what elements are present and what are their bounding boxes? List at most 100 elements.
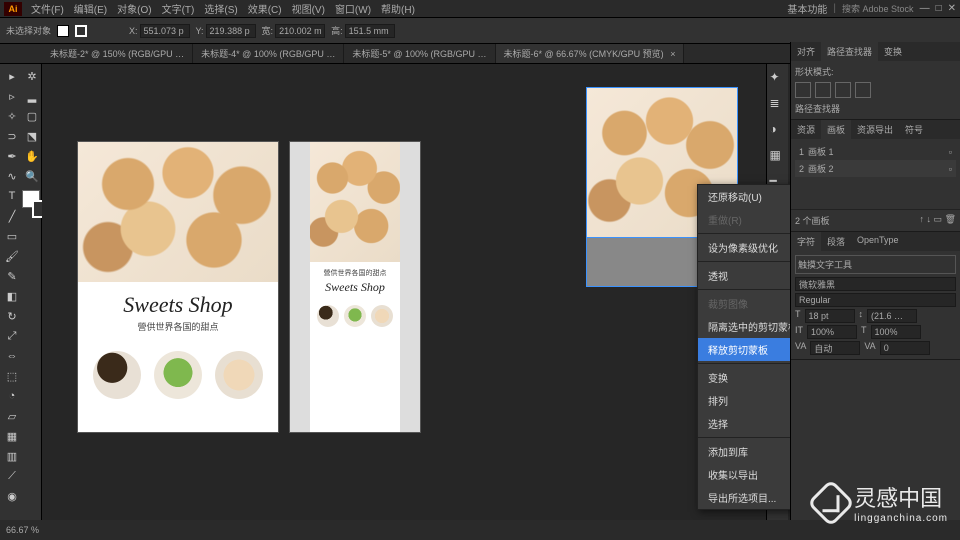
graph-tool-icon[interactable]: ▂ xyxy=(23,87,41,105)
minimize-icon[interactable]: — xyxy=(920,3,930,14)
workspace-switcher[interactable]: 基本功能 xyxy=(787,1,827,16)
intersect-icon[interactable] xyxy=(835,82,851,98)
menu-select[interactable]: 选择(S) xyxy=(199,1,242,16)
artboard-2[interactable]: 營供世界各国的甜点 Sweets Shop xyxy=(290,142,420,432)
zoom-tool-icon[interactable]: 🔍 xyxy=(23,167,41,185)
type-tool-icon[interactable]: T xyxy=(3,187,21,205)
doc-tab-1[interactable]: 未标题-2* @ 150% (RGB/GPU … xyxy=(42,44,193,63)
brush-tool-icon[interactable]: 🖌 xyxy=(3,247,21,265)
zoom-level[interactable]: 66.67 % xyxy=(6,525,39,535)
maximize-icon[interactable]: □ xyxy=(936,3,942,14)
tab-asset-export[interactable]: 资源导出 xyxy=(851,120,899,139)
rectangle-tool-icon[interactable]: ▭ xyxy=(3,227,21,245)
font-weight-input[interactable] xyxy=(795,293,956,307)
ctx-transform[interactable]: 变换▸ xyxy=(698,366,790,389)
ctx-select[interactable]: 选择▸ xyxy=(698,412,790,435)
mesh-tool-icon[interactable]: ▦ xyxy=(3,427,21,445)
hand-tool-icon[interactable]: ✋ xyxy=(23,147,41,165)
new-artboard-icon[interactable]: ▭ xyxy=(934,214,943,224)
hscale-input[interactable] xyxy=(871,325,921,339)
eraser-tool-icon[interactable]: ◧ xyxy=(3,287,21,305)
direct-select-tool-icon[interactable]: ▹ xyxy=(3,87,21,105)
free-transform-tool-icon[interactable]: ⬚ xyxy=(3,367,21,385)
gradient-tool-icon[interactable]: ▥ xyxy=(3,447,21,465)
search-stock[interactable]: 搜索 Adobe Stock xyxy=(842,2,914,15)
artboard-1[interactable]: Sweets Shop 營供世界各国的甜点 xyxy=(78,142,278,432)
minus-front-icon[interactable] xyxy=(815,82,831,98)
ctx-export-selection[interactable]: 导出所选项目... xyxy=(698,486,790,509)
tab-align[interactable]: 对齐 xyxy=(791,42,821,61)
unite-icon[interactable] xyxy=(795,82,811,98)
w-input[interactable] xyxy=(275,24,325,38)
tab-pathfinder[interactable]: 路径查找器 xyxy=(821,42,878,61)
scale-tool-icon[interactable]: ⤢ xyxy=(3,327,21,345)
tab-paragraph[interactable]: 段落 xyxy=(821,232,851,251)
menu-edit[interactable]: 编辑(E) xyxy=(69,1,112,16)
ctx-release-mask[interactable]: 释放剪切蒙板↖ xyxy=(698,338,790,361)
ctx-undo[interactable]: 还原移动(U) xyxy=(698,185,790,208)
perspective-tool-icon[interactable]: ▱ xyxy=(3,407,21,425)
symbol-sprayer-tool-icon[interactable]: ✲ xyxy=(23,67,41,85)
tab-character[interactable]: 字符 xyxy=(791,232,821,251)
font-family-input[interactable] xyxy=(795,277,956,291)
kerning-input[interactable] xyxy=(810,341,860,355)
layers-icon[interactable]: ≣ xyxy=(770,96,786,112)
artboard-options-icon[interactable]: ▫ xyxy=(949,164,952,174)
ctx-isolate-mask[interactable]: 隔离选中的剪切蒙板 xyxy=(698,315,790,338)
font-size-input[interactable] xyxy=(805,309,855,323)
tab-transform[interactable]: 变换 xyxy=(878,42,908,61)
doc-tab-4[interactable]: 未标题-6* @ 66.67% (CMYK/GPU 预览) × xyxy=(496,44,685,63)
tab-artboards[interactable]: 画板 xyxy=(821,120,851,139)
artboard-row-2[interactable]: 2画板 2 ▫ xyxy=(795,160,956,177)
eyedropper-tool-icon[interactable]: ⟋ xyxy=(3,467,21,485)
lasso-tool-icon[interactable]: ⊃ xyxy=(3,127,21,145)
swatches-icon[interactable]: ▦ xyxy=(770,148,786,164)
menu-object[interactable]: 对象(O) xyxy=(112,1,156,16)
tracking-input[interactable] xyxy=(880,341,930,355)
close-icon[interactable]: ✕ xyxy=(948,3,956,14)
menu-effect[interactable]: 效果(C) xyxy=(243,1,287,16)
touch-type-button[interactable]: 触摸文字工具 xyxy=(795,255,956,274)
y-input[interactable] xyxy=(206,24,256,38)
slice-tool-icon[interactable]: ⬔ xyxy=(23,127,41,145)
selection-tool-icon[interactable]: ▸ xyxy=(3,67,21,85)
shape-builder-tool-icon[interactable]: ◔ xyxy=(3,387,21,405)
blend-tool-icon[interactable]: ◉ xyxy=(3,487,21,505)
ctx-add-library[interactable]: 添加到库 xyxy=(698,440,790,463)
menu-view[interactable]: 视图(V) xyxy=(287,1,330,16)
h-input[interactable] xyxy=(345,24,395,38)
pen-tool-icon[interactable]: ✒ xyxy=(3,147,21,165)
doc-tab-3[interactable]: 未标题-5* @ 100% (RGB/GPU … xyxy=(344,44,495,63)
menu-window[interactable]: 窗口(W) xyxy=(330,1,376,16)
properties-icon[interactable]: ✦ xyxy=(770,70,786,86)
artboard-row-1[interactable]: 1画板 1 ▫ xyxy=(795,143,956,160)
tab-close-icon[interactable]: × xyxy=(670,49,675,59)
ctx-pixel-perfect[interactable]: 设为像素级优化 xyxy=(698,236,790,259)
ctx-arrange[interactable]: 排列▸ xyxy=(698,389,790,412)
magic-wand-tool-icon[interactable]: ✧ xyxy=(3,107,21,125)
tab-symbols[interactable]: 符号 xyxy=(899,120,929,139)
delete-icon[interactable]: 🗑 xyxy=(945,214,956,224)
line-tool-icon[interactable]: ╱ xyxy=(3,207,21,225)
ctx-perspective[interactable]: 透视▸ xyxy=(698,264,790,287)
width-tool-icon[interactable]: ⇔ xyxy=(3,347,21,365)
curvature-tool-icon[interactable]: ∿ xyxy=(3,167,21,185)
x-input[interactable] xyxy=(140,24,190,38)
rotate-tool-icon[interactable]: ↻ xyxy=(3,307,21,325)
doc-tab-2[interactable]: 未标题-4* @ 100% (RGB/GPU … xyxy=(193,44,344,63)
vscale-input[interactable] xyxy=(807,325,857,339)
ctx-collect-export[interactable]: 收集以导出▸ xyxy=(698,463,790,486)
fill-swatch[interactable] xyxy=(57,25,69,37)
color-icon[interactable]: ◑ xyxy=(770,122,786,138)
canvas[interactable]: Sweets Shop 營供世界各国的甜点 營供世界各国的甜点 Sweets S… xyxy=(42,64,790,520)
tab-assets[interactable]: 资源 xyxy=(791,120,821,139)
move-up-icon[interactable]: ↑ xyxy=(920,214,925,224)
artboard-options-icon[interactable]: ▫ xyxy=(949,147,952,157)
menu-help[interactable]: 帮助(H) xyxy=(376,1,420,16)
leading-input[interactable] xyxy=(867,309,917,323)
stroke-swatch[interactable] xyxy=(75,25,87,37)
shaper-tool-icon[interactable]: ✎ xyxy=(3,267,21,285)
menu-file[interactable]: 文件(F) xyxy=(26,1,69,16)
tab-opentype[interactable]: OpenType xyxy=(851,232,905,251)
exclude-icon[interactable] xyxy=(855,82,871,98)
